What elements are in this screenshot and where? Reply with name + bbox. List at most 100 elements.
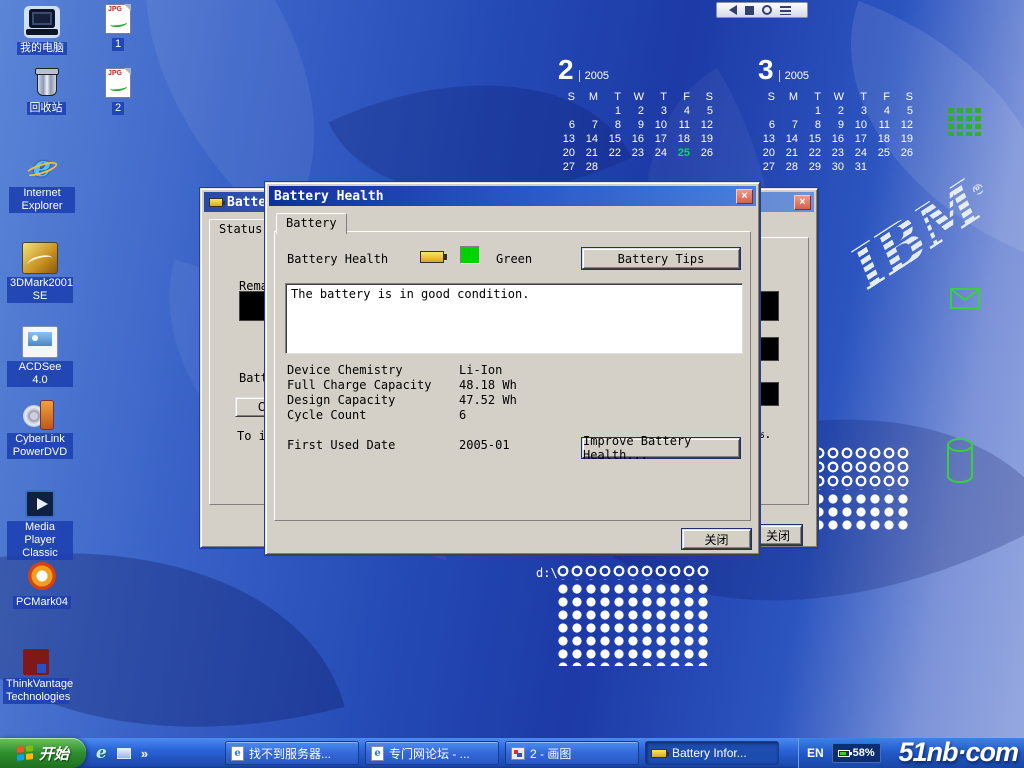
improve-battery-health-button[interactable]: Improve Battery Health... bbox=[582, 438, 740, 458]
ie-page-icon: e bbox=[371, 746, 384, 761]
calendar-day: 14 bbox=[581, 132, 604, 146]
desktop-icon-jpg-1[interactable]: JPG 1 bbox=[92, 4, 144, 52]
desktop-icon-acdsee[interactable]: ACDSee 4.0 bbox=[6, 326, 74, 388]
jpg-file-icon: JPG bbox=[105, 68, 131, 98]
calendar-day bbox=[673, 160, 696, 174]
task-label: 找不到服务器... bbox=[249, 745, 331, 762]
calendar-day: 31 bbox=[850, 160, 873, 174]
calendar-day bbox=[558, 104, 581, 118]
desktop-icon-label: 我的电脑 bbox=[17, 42, 67, 55]
calendar-day: 27 bbox=[758, 160, 781, 174]
tab-battery[interactable]: Battery bbox=[276, 213, 347, 234]
desktop-icon-label: 3DMark2001 SE bbox=[7, 277, 73, 303]
jpg-badge: JPG bbox=[108, 6, 122, 13]
calendar-day: 4 bbox=[873, 104, 896, 118]
calendar-day: 26 bbox=[896, 146, 919, 160]
quick-launch-ie-icon[interactable]: e bbox=[96, 743, 107, 763]
ie-page-icon: e bbox=[231, 746, 244, 761]
task-label: Battery Infor... bbox=[672, 746, 747, 760]
calendar-day: 24 bbox=[650, 146, 673, 160]
desktop-icon-media-player-classic[interactable]: Media Player Classic bbox=[6, 488, 74, 561]
calendar-day-header: S bbox=[758, 90, 781, 104]
close-icon[interactable]: × bbox=[794, 195, 811, 210]
battery-title-icon bbox=[209, 198, 223, 207]
field-label: Cycle Count bbox=[287, 408, 459, 422]
calendar-grid: SMTWTFS123456789101112131415161718192021… bbox=[758, 90, 919, 174]
desktop: 2 2005 SMTWTFS12345678910111213141516171… bbox=[0, 0, 1024, 768]
task-button-battery-information[interactable]: Battery Infor... bbox=[645, 741, 779, 765]
task-button-server-not-found[interactable]: e 找不到服务器... bbox=[225, 741, 359, 765]
calendar-day-header: W bbox=[627, 90, 650, 104]
calendar-day bbox=[781, 104, 804, 118]
battery-tips-button[interactable]: Battery Tips bbox=[582, 248, 740, 269]
tab-status[interactable]: Status bbox=[209, 219, 272, 240]
calendar-day: 11 bbox=[873, 118, 896, 132]
drive-label: d:\ bbox=[536, 566, 558, 580]
battery-health-titlebar[interactable]: Battery Health × bbox=[269, 186, 756, 206]
field-row: Cycle Count6 bbox=[287, 408, 737, 422]
calendar-day: 13 bbox=[758, 132, 781, 146]
field-row: Design Capacity47.52 Wh bbox=[287, 393, 737, 407]
internet-explorer-icon: e bbox=[24, 152, 60, 184]
desktop-icon-my-computer[interactable]: 我的电脑 bbox=[8, 6, 76, 56]
task-button-paint[interactable]: 2 - 画图 bbox=[505, 741, 639, 765]
calendar-day: 19 bbox=[896, 132, 919, 146]
condition-textbox[interactable]: The battery is in good condition. bbox=[285, 283, 743, 354]
calendar-day: 2 bbox=[627, 104, 650, 118]
desktop-icon-recycle-bin[interactable]: 回收站 bbox=[12, 66, 80, 116]
dot-pattern-filled bbox=[812, 492, 910, 532]
desktop-icon-internet-explorer[interactable]: e Internet Explorer bbox=[8, 152, 76, 214]
battery-percent: 58% bbox=[853, 747, 875, 759]
close-icon[interactable]: × bbox=[736, 189, 753, 204]
calendar-day bbox=[581, 104, 604, 118]
task-button-forum[interactable]: e 专门网论坛 - ... bbox=[365, 741, 499, 765]
calendar-year: 2005 bbox=[579, 70, 609, 82]
battery-tray-icon bbox=[838, 750, 850, 757]
to-text: To i bbox=[237, 429, 266, 443]
calendar-day bbox=[873, 160, 896, 174]
calendar-day bbox=[604, 160, 627, 174]
desktop-icon-3dmark2001[interactable]: 3DMark2001 SE bbox=[6, 242, 74, 304]
language-indicator[interactable]: EN bbox=[807, 746, 824, 760]
close-button-dialog[interactable]: 关闭 bbox=[682, 529, 751, 549]
calendar-day-header: T bbox=[850, 90, 873, 104]
pcmark04-icon bbox=[24, 560, 60, 592]
start-label: 开始 bbox=[39, 743, 69, 764]
calendar-month-number: 2 bbox=[558, 54, 574, 86]
battery-health-title: Battery Health bbox=[274, 189, 732, 204]
calendar-day: 10 bbox=[650, 118, 673, 132]
jpg-thumbnail bbox=[110, 19, 128, 28]
desktop-icon-pcmark04[interactable]: PCMark04 bbox=[8, 560, 76, 610]
osd-toolbar[interactable] bbox=[716, 2, 808, 18]
quick-launch-overflow-chevron[interactable]: » bbox=[141, 746, 148, 761]
calendar-day-header: T bbox=[650, 90, 673, 104]
desktop-icon-jpg-2[interactable]: JPG 2 bbox=[92, 68, 144, 116]
calendar-day: 7 bbox=[581, 118, 604, 132]
health-status-text: Green bbox=[496, 252, 532, 266]
desktop-icon-label: CyberLink PowerDVD bbox=[7, 433, 73, 459]
calendar-day-header: F bbox=[673, 90, 696, 104]
thinkvantage-icon bbox=[23, 649, 49, 675]
field-value: Li-Ion bbox=[459, 363, 502, 377]
show-desktop-icon[interactable] bbox=[117, 748, 131, 759]
desktop-icon-label: 回收站 bbox=[27, 102, 66, 115]
calendar-day bbox=[758, 104, 781, 118]
desktop-icon-thinkvantage[interactable]: ThinkVantage Technologies bbox=[2, 646, 70, 705]
watermark: 51nb·com bbox=[898, 737, 1018, 768]
field-row: Full Charge Capacity48.18 Wh bbox=[287, 378, 737, 392]
calendar-day: 8 bbox=[604, 118, 627, 132]
start-button[interactable]: 开始 bbox=[0, 738, 86, 768]
media-player-classic-icon bbox=[25, 490, 55, 518]
jpg-file-icon: JPG bbox=[105, 4, 131, 34]
jpg-thumbnail bbox=[110, 83, 128, 92]
calendar-day-header: M bbox=[781, 90, 804, 104]
volume-icon bbox=[724, 5, 737, 15]
close-button-background-window[interactable]: 关闭 bbox=[754, 525, 802, 545]
desktop-icon-powerdvd[interactable]: CyberLink PowerDVD bbox=[6, 398, 74, 460]
calendar-march: 3 2005 SMTWTFS12345678910111213141516171… bbox=[758, 54, 919, 174]
quick-launch: e » bbox=[96, 738, 148, 768]
desktop-icon-label: PCMark04 bbox=[13, 596, 71, 609]
calendar-day-header: S bbox=[696, 90, 719, 104]
calendar-day: 9 bbox=[827, 118, 850, 132]
battery-tray-indicator[interactable]: 58% bbox=[832, 743, 881, 763]
